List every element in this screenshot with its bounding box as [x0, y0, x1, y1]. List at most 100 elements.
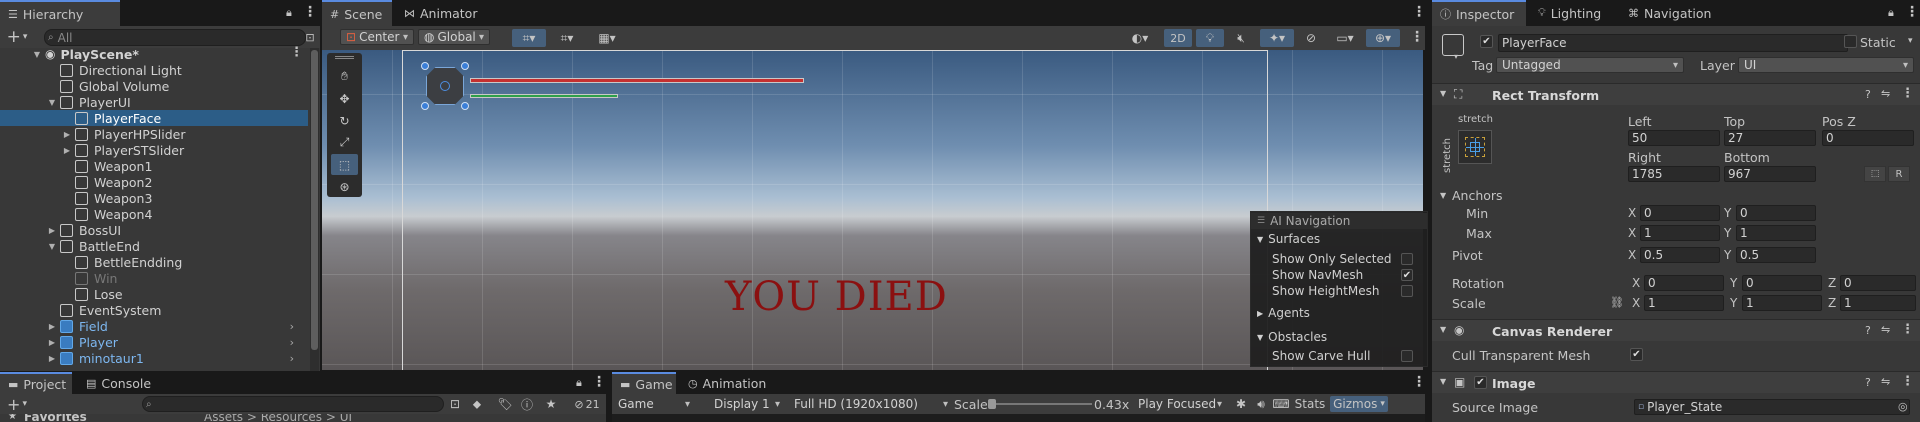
mute-audio-icon[interactable]: 🔊︎: [1252, 396, 1270, 412]
link-scale-icon[interactable]: ⛓︎: [1610, 296, 1624, 309]
camera-icon[interactable]: ▭▾: [1328, 29, 1362, 47]
top-field[interactable]: 27: [1724, 130, 1816, 146]
hierarchy-menu-button[interactable]: ⋮: [303, 4, 317, 20]
hierarchy-search-input[interactable]: ⌕ All: [44, 29, 306, 46]
rect-tool-icon[interactable]: ⬚: [331, 154, 358, 175]
anchor-max-x-field[interactable]: 1: [1640, 225, 1720, 241]
hierarchy-item[interactable]: Weapon1: [0, 158, 308, 174]
log-filter-icon[interactable]: 🏷︎: [496, 396, 514, 412]
tag-dropdown[interactable]: Untagged: [1496, 57, 1684, 73]
expand-arrow-icon[interactable]: ▶: [47, 322, 57, 331]
lock-icon[interactable]: 🔒︎: [576, 376, 582, 390]
pivot-circle-icon[interactable]: [440, 81, 450, 91]
bottom-field[interactable]: 967: [1724, 166, 1816, 182]
rotation-z-field[interactable]: 0: [1840, 275, 1916, 291]
rotate-tool-icon[interactable]: ↻: [331, 110, 358, 131]
play-mode-dropdown[interactable]: Play Focused: [1132, 396, 1228, 412]
scene-visibility-icon[interactable]: ⊘: [1298, 29, 1324, 47]
cull-transparent-mesh-checkbox[interactable]: ✔: [1630, 348, 1643, 361]
hierarchy-item[interactable]: Weapon3: [0, 190, 308, 206]
hidden-packages-icon[interactable]: ⊘ 21: [570, 396, 604, 412]
hierarchy-item[interactable]: ▶ BossUI: [0, 222, 308, 238]
image-enabled-checkbox[interactable]: ✔: [1474, 376, 1487, 389]
move-tool-icon[interactable]: ✥: [331, 88, 358, 109]
scale-slider[interactable]: [988, 399, 1092, 409]
overlay-title[interactable]: ☰ AI Navigation: [1251, 213, 1427, 229]
pivot-y-field[interactable]: 0.5: [1736, 247, 1816, 263]
pivot-mode-dropdown[interactable]: ⊡ Center: [340, 29, 414, 45]
gizmos-icon[interactable]: ⊕▾: [1366, 29, 1400, 47]
warning-filter-icon[interactable]: ⓘ: [518, 396, 536, 412]
bug-icon[interactable]: ✱: [1232, 396, 1250, 412]
rotation-x-field[interactable]: 0: [1644, 275, 1724, 291]
anchor-preset-button[interactable]: [1458, 130, 1492, 164]
preset-icon[interactable]: ⇋: [1881, 323, 1890, 336]
hierarchy-item-prefab[interactable]: ▶ minotaur1 ›: [0, 350, 308, 366]
image-component-header[interactable]: ▼ ▣ ✔ Image ? ⇋ ⋮: [1432, 371, 1920, 393]
rect-handle[interactable]: [421, 62, 429, 70]
favorites-icon[interactable]: ★: [542, 396, 560, 412]
tab-scene[interactable]: # Scene: [322, 0, 392, 26]
expand-arrow-icon[interactable]: ▼: [47, 242, 57, 251]
collapse-arrow-icon[interactable]: ▼: [1440, 191, 1446, 200]
rotation-y-field[interactable]: 0: [1742, 275, 1822, 291]
static-checkbox[interactable]: [1844, 35, 1857, 48]
hierarchy-item-playscene[interactable]: ▼ ◉ PlayScene* ⋮: [0, 46, 308, 62]
tab-navigation[interactable]: ⌘ Navigation: [1620, 0, 1720, 26]
hierarchy-item-disabled[interactable]: Win: [0, 270, 308, 286]
scale-tool-icon[interactable]: ⤢: [331, 132, 358, 153]
show-only-selected-checkbox[interactable]: [1401, 253, 1413, 265]
draw-mode-icon[interactable]: ◐▾: [1124, 29, 1156, 47]
show-carve-hull-row[interactable]: Show Carve Hull: [1251, 348, 1427, 364]
scene-visibility-icon[interactable]: ⊡: [302, 29, 318, 45]
tab-hierarchy[interactable]: ☰ Hierarchy: [0, 0, 120, 26]
gizmos-dropdown[interactable]: Gizmos ▾: [1330, 396, 1388, 412]
active-checkbox[interactable]: ✔: [1480, 35, 1493, 48]
scale-y-field[interactable]: 1: [1742, 295, 1822, 311]
layer-dropdown[interactable]: UI: [1738, 57, 1914, 73]
scale-z-field[interactable]: 1: [1840, 295, 1916, 311]
rect-handle[interactable]: [421, 102, 429, 110]
grid-plane-icon[interactable]: ▦▾: [590, 29, 624, 47]
hierarchy-item-prefab[interactable]: ▶ Player ›: [0, 334, 308, 350]
tab-animator[interactable]: ⋈ Animator: [396, 0, 486, 26]
create-asset-button[interactable]: + ▾: [4, 395, 30, 414]
right-field[interactable]: 1785: [1628, 166, 1720, 182]
raw-edit-button[interactable]: R: [1888, 166, 1910, 182]
expand-arrow-icon[interactable]: ▼: [32, 50, 42, 59]
pivot-x-field[interactable]: 0.5: [1640, 247, 1720, 263]
chevron-right-icon[interactable]: ›: [290, 320, 294, 333]
inspector-menu-button[interactable]: ⋮: [1905, 4, 1919, 20]
hierarchy-item[interactable]: ▶ PlayerHPSlider: [0, 126, 308, 142]
component-menu-button[interactable]: ⋮: [1901, 322, 1914, 337]
canvas-renderer-header[interactable]: ▼ ◉ Canvas Renderer ? ⇋ ⋮: [1432, 319, 1920, 341]
source-image-field[interactable]: ▫ Player_State: [1634, 399, 1910, 415]
tab-inspector[interactable]: ⓘ Inspector: [1432, 0, 1526, 26]
collapse-arrow-icon[interactable]: ▼: [1440, 325, 1446, 334]
hierarchy-item-selected[interactable]: PlayerFace: [0, 110, 308, 126]
help-icon[interactable]: ?: [1865, 324, 1871, 337]
tab-project[interactable]: ▬ Project: [0, 372, 72, 394]
show-navmesh-row[interactable]: Show NavMesh ✔: [1251, 267, 1427, 283]
project-search-input[interactable]: ⌕: [142, 396, 444, 412]
scene-menu-button[interactable]: ⋮: [290, 46, 303, 60]
hierarchy-item[interactable]: BettleEndding: [0, 254, 308, 270]
object-picker-icon[interactable]: ◎: [1898, 400, 1908, 413]
tab-lighting[interactable]: 💡︎ Lighting: [1530, 0, 1616, 26]
show-carve-hull-checkbox[interactable]: [1401, 350, 1413, 362]
preset-icon[interactable]: ⇋: [1881, 375, 1890, 388]
scene-toolbar-more-button[interactable]: ⋮: [1410, 29, 1424, 45]
anchor-min-y-field[interactable]: 0: [1736, 205, 1816, 221]
hierarchy-item[interactable]: EventSystem: [0, 302, 308, 318]
chevron-right-icon[interactable]: ›: [290, 352, 294, 365]
hand-tool-icon[interactable]: ✋︎: [331, 66, 358, 87]
tab-animation[interactable]: ◷ Animation: [680, 372, 772, 394]
tab-console[interactable]: ▤ Console: [78, 372, 160, 394]
object-name-field[interactable]: PlayerFace: [1498, 34, 1848, 52]
expand-arrow-icon[interactable]: ▶: [47, 338, 57, 347]
scale-x-field[interactable]: 1: [1644, 295, 1724, 311]
shortcuts-icon[interactable]: ⌨: [1272, 396, 1290, 412]
hierarchy-item[interactable]: Lose: [0, 286, 308, 302]
lighting-toggle-icon[interactable]: 💡︎: [1196, 29, 1224, 47]
snap-increment-icon[interactable]: ⌗▾: [550, 29, 584, 47]
